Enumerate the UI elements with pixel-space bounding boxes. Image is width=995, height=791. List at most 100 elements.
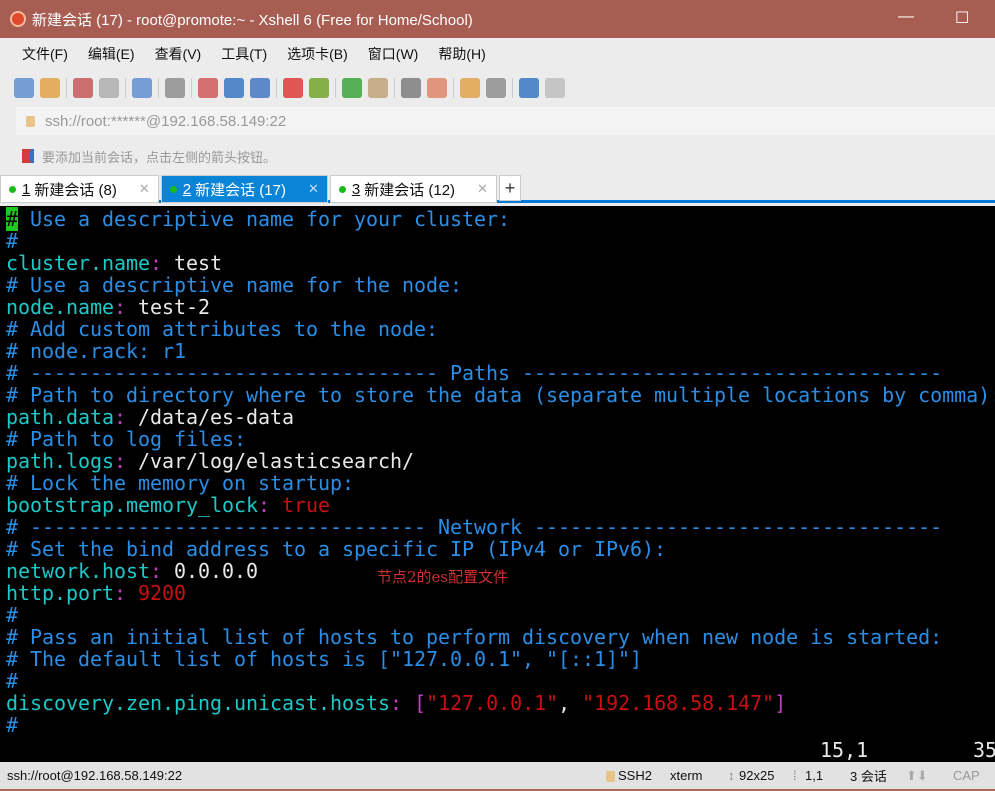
- window-title: 新建会话 (17) - root@promote:~ - Xshell 6 (F…: [32, 11, 473, 29]
- tab-label: 新建会话 (12): [364, 181, 456, 199]
- globe-icon[interactable]: [224, 78, 244, 98]
- terminal-text: #: [6, 669, 19, 693]
- terminal-line: #: [6, 714, 18, 736]
- terminal-line: #: [6, 230, 18, 252]
- terminal[interactable]: 节点2的es配置文件 15,1 35 # Use a descriptive n…: [0, 206, 995, 762]
- reconnect-icon[interactable]: [99, 78, 119, 98]
- maximize-button[interactable]: ☐: [955, 8, 969, 28]
- terminal-text: 9200: [126, 581, 187, 605]
- keyboard-icon[interactable]: [401, 78, 421, 98]
- terminal-text: # The default list of hosts is ["127.0.0…: [6, 647, 643, 671]
- close-tab-icon[interactable]: ✕: [139, 181, 150, 197]
- terminal-text: ,: [558, 691, 583, 715]
- disconnect-icon[interactable]: [73, 78, 93, 98]
- terminal-line: node.name: test-2: [6, 296, 210, 318]
- new-session-icon[interactable]: [14, 78, 34, 98]
- tab-session-2[interactable]: 2 新建会话 (17) ✕: [160, 175, 328, 203]
- terminal-line: # ---------------------------------- Pat…: [6, 362, 942, 384]
- highlight-icon[interactable]: [427, 78, 447, 98]
- connected-status-icon: [169, 185, 177, 193]
- layout-icon[interactable]: [486, 78, 506, 98]
- address-bar[interactable]: ssh://root:******@192.168.58.149:22: [16, 107, 995, 135]
- terminal-text: [: [414, 691, 427, 715]
- tab-session-3[interactable]: 3 新建会话 (12) ✕: [329, 175, 497, 203]
- terminal-text: # Set the bind address to a specific IP …: [6, 537, 667, 561]
- menu-item[interactable]: 帮助(H): [438, 44, 485, 64]
- terminal-text: # Pass an initial list of hosts to perfo…: [6, 625, 943, 649]
- menu-item[interactable]: 文件(F): [22, 44, 68, 64]
- minimize-button[interactable]: —: [898, 8, 914, 26]
- address-text[interactable]: ssh://root:******@192.168.58.149:22: [45, 113, 286, 130]
- terminal-text: # Lock the memory on startup:: [6, 471, 355, 495]
- lock-icon: [606, 771, 615, 782]
- tab-label: 新建会话 (17): [195, 181, 286, 199]
- tab-session-1[interactable]: 1 新建会话 (8) ✕: [0, 175, 159, 203]
- close-tab-icon[interactable]: ✕: [308, 181, 319, 197]
- terminal-line: http.port: 9200: [6, 582, 186, 604]
- toolbar-divider: [512, 78, 513, 98]
- toolbar-divider: [158, 78, 159, 98]
- terminal-text: path.data: [6, 405, 115, 429]
- terminal-text: #: [6, 229, 19, 253]
- menu-item[interactable]: 窗口(W): [368, 44, 419, 64]
- terminal-text: true: [270, 493, 331, 517]
- terminal-text: test-2: [126, 295, 211, 319]
- status-size: 92x25: [739, 768, 775, 783]
- terminal-text: #: [6, 603, 19, 627]
- terminal-text: bootstrap.memory_lock: [6, 493, 259, 517]
- menu-item[interactable]: 工具(T): [221, 44, 267, 64]
- menu-item[interactable]: 选项卡(B): [287, 44, 348, 64]
- menu-item[interactable]: 编辑(E): [88, 44, 135, 64]
- terminal-line: path.data: /data/es-data: [6, 406, 294, 428]
- scroll-position: 35: [973, 738, 995, 762]
- terminal-line: cluster.name: test: [6, 252, 222, 274]
- terminal-line: #: [6, 604, 18, 626]
- terminal-text: # --------------------------------- Netw…: [6, 515, 943, 539]
- find-icon[interactable]: [165, 78, 185, 98]
- add-tab-button[interactable]: +: [498, 175, 521, 201]
- terminal-text: :: [150, 559, 163, 583]
- bookmark-arrow-icon[interactable]: [22, 149, 34, 163]
- terminal-line: # Path to log files:: [6, 428, 246, 450]
- terminal-text: :: [114, 295, 127, 319]
- new-folder-icon[interactable]: [460, 78, 480, 98]
- fullscreen-icon[interactable]: [342, 78, 362, 98]
- xshell-icon[interactable]: [283, 78, 303, 98]
- terminal-text: path.logs: [6, 449, 115, 473]
- terminal-line: # Use a descriptive name for the node:: [6, 274, 462, 296]
- terminal-line: path.logs: /var/log/elasticsearch/: [6, 450, 414, 472]
- terminal-text: /data/es-data: [126, 405, 295, 429]
- menu-item[interactable]: 查看(V): [155, 44, 202, 64]
- lock-icon[interactable]: [368, 78, 388, 98]
- terminal-text: :: [390, 691, 403, 715]
- terminal-text: :: [150, 251, 163, 275]
- xftp-icon[interactable]: [309, 78, 329, 98]
- hint-text: 要添加当前会话，点击左侧的箭头按钮。: [42, 149, 277, 165]
- close-tab-icon[interactable]: ✕: [477, 181, 488, 197]
- terminal-line: # The default list of hosts is ["127.0.0…: [6, 648, 642, 670]
- terminal-text: Use a descriptive name for your cluster:: [18, 207, 511, 231]
- terminal-text: # Add custom attributes to the node:: [6, 317, 439, 341]
- terminal-line: network.host: 0.0.0.0: [6, 560, 258, 582]
- xshell-logo-icon: [10, 11, 26, 27]
- terminal-text: test: [162, 251, 223, 275]
- prev-next-arrows-icon[interactable]: ⬆⬇: [906, 768, 928, 784]
- terminal-text: # ---------------------------------- Pat…: [6, 361, 943, 385]
- settings-icon[interactable]: [132, 78, 152, 98]
- terminal-text: #: [6, 713, 19, 737]
- tab-number: 1: [22, 180, 31, 198]
- open-folder-icon[interactable]: [40, 78, 60, 98]
- toolbar-divider: [191, 78, 192, 98]
- chat-icon[interactable]: [545, 78, 565, 98]
- title-bar: 新建会话 (17) - root@promote:~ - Xshell 6 (F…: [0, 0, 995, 38]
- transfer-icon[interactable]: [198, 78, 218, 98]
- font-icon[interactable]: [250, 78, 270, 98]
- cursor-position: 15,1: [820, 738, 869, 762]
- help-icon[interactable]: [519, 78, 539, 98]
- toolbar-divider: [66, 78, 67, 98]
- terminal-text: ]: [774, 691, 787, 715]
- terminal-text: node.name: [6, 295, 115, 319]
- status-bar: ssh://root@192.168.58.149:22 SSH2 xterm …: [0, 762, 995, 791]
- terminal-text: :: [114, 449, 127, 473]
